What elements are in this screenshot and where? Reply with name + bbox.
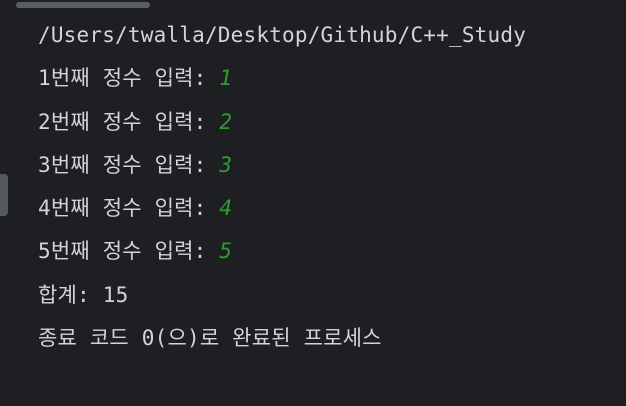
input-prompt: 3번째 정수 입력: xyxy=(38,152,220,177)
user-input-value: 3 xyxy=(219,152,233,177)
input-prompt: 2번째 정수 입력: xyxy=(38,109,220,134)
user-input-value: 4 xyxy=(219,196,233,221)
input-line-3: 3번째 정수 입력: 3 xyxy=(38,144,626,187)
vertical-scrollbar-thumb[interactable] xyxy=(0,174,8,216)
input-prompt: 1번째 정수 입력: xyxy=(38,66,220,91)
input-line-4: 4번째 정수 입력: 4 xyxy=(38,187,626,230)
console-output[interactable]: /Users/twalla/Desktop/Github/C++_Study 1… xyxy=(38,14,626,360)
user-input-value: 1 xyxy=(219,66,233,91)
sum-output-line: 합계: 15 xyxy=(38,282,129,307)
input-line-5: 5번째 정수 입력: 5 xyxy=(38,230,626,273)
input-prompt: 4번째 정수 입력: xyxy=(38,196,220,221)
input-line-2: 2번째 정수 입력: 2 xyxy=(38,101,626,144)
input-prompt: 5번째 정수 입력: xyxy=(38,239,220,264)
input-line-1: 1번째 정수 입력: 1 xyxy=(38,57,626,100)
process-exit-line: 종료 코드 0(으)로 완료된 프로세스 xyxy=(38,326,382,351)
user-input-value: 2 xyxy=(219,109,233,134)
run-console: /Users/twalla/Desktop/Github/C++_Study 1… xyxy=(0,0,626,406)
horizontal-scrollbar-thumb[interactable] xyxy=(16,2,150,8)
executable-path-line: /Users/twalla/Desktop/Github/C++_Study xyxy=(38,23,527,47)
user-input-value: 5 xyxy=(219,239,233,264)
